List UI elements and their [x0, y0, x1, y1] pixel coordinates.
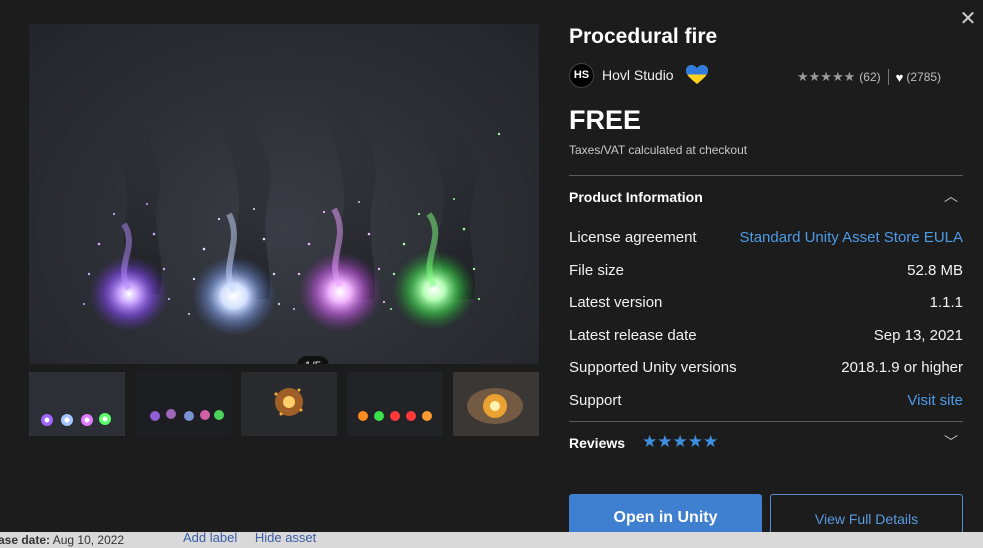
background-actions: Add label Hide asset [183, 530, 330, 545]
supported-unity-versions-label: Supported Unity versions [569, 359, 737, 376]
thumbnail-1[interactable] [29, 372, 125, 436]
main-preview-image[interactable]: 1/5 [29, 24, 539, 364]
heart-icon[interactable]: ♥ [896, 70, 904, 85]
latest-version-value: 1.1.1 [929, 294, 963, 311]
support-visit-site-link[interactable]: Visit site [907, 392, 963, 409]
thumbnail-2[interactable] [135, 372, 231, 436]
thumbnail-3[interactable] [241, 372, 337, 436]
chevron-up-icon[interactable]: ︿ [942, 186, 960, 206]
reviews-header[interactable]: Reviews [569, 435, 625, 451]
supported-unity-versions-value: 2018.1.9 or higher [841, 359, 963, 376]
thumbnail-strip [29, 372, 539, 436]
file-size-label: File size [569, 262, 625, 279]
divider [569, 421, 963, 422]
thumbnail-4[interactable] [347, 372, 443, 436]
license-agreement-link[interactable]: Standard Unity Asset Store EULA [740, 229, 963, 246]
asset-quick-look-modal: ✕ Procedural fire HS Hovl Studio ★★★★★ (… [0, 0, 983, 532]
image-counter: 1/5 [297, 356, 329, 364]
view-full-details-button[interactable]: View Full Details [770, 494, 963, 532]
fire-effects-illustration [83, 64, 501, 336]
rating-area: ★★★★★ (62) ♥ (2785) [797, 69, 941, 85]
background-page-strip: ase date: Aug 10, 2022 Add label Hide as… [0, 530, 983, 548]
license-agreement-label: License agreement [569, 229, 697, 246]
open-in-unity-button[interactable]: Open in Unity [569, 494, 762, 532]
publisher-name[interactable]: Hovl Studio [602, 67, 674, 83]
rating-stars: ★★★★★ [797, 69, 856, 84]
close-icon[interactable]: ✕ [958, 9, 978, 29]
rating-count[interactable]: (62) [859, 70, 880, 84]
release-date: ase date: Aug 10, 2022 [0, 533, 125, 547]
favorites-count: (2785) [906, 70, 942, 84]
latest-release-date-value: Sep 13, 2021 [873, 327, 963, 344]
price: FREE [569, 105, 642, 135]
add-label-link[interactable]: Add label [183, 530, 237, 545]
asset-title: Procedural fire [569, 25, 718, 48]
support-label: Support [569, 392, 622, 409]
file-size-value: 52.8 MB [907, 262, 963, 279]
thumbnail-5[interactable] [453, 372, 539, 436]
divider [569, 175, 963, 176]
latest-version-label: Latest version [569, 294, 663, 311]
hide-asset-link[interactable]: Hide asset [255, 530, 316, 545]
rating-separator [887, 69, 889, 85]
reviews-stars: ★★★★★ [642, 432, 719, 451]
product-information-header[interactable]: Product Information [569, 189, 703, 205]
ukraine-heart-icon [686, 65, 708, 84]
chevron-down-icon[interactable]: ﹀ [942, 432, 960, 452]
tax-note: Taxes/VAT calculated at checkout [569, 143, 748, 157]
latest-release-date-label: Latest release date [569, 327, 697, 344]
publisher-avatar[interactable]: HS [569, 63, 594, 88]
